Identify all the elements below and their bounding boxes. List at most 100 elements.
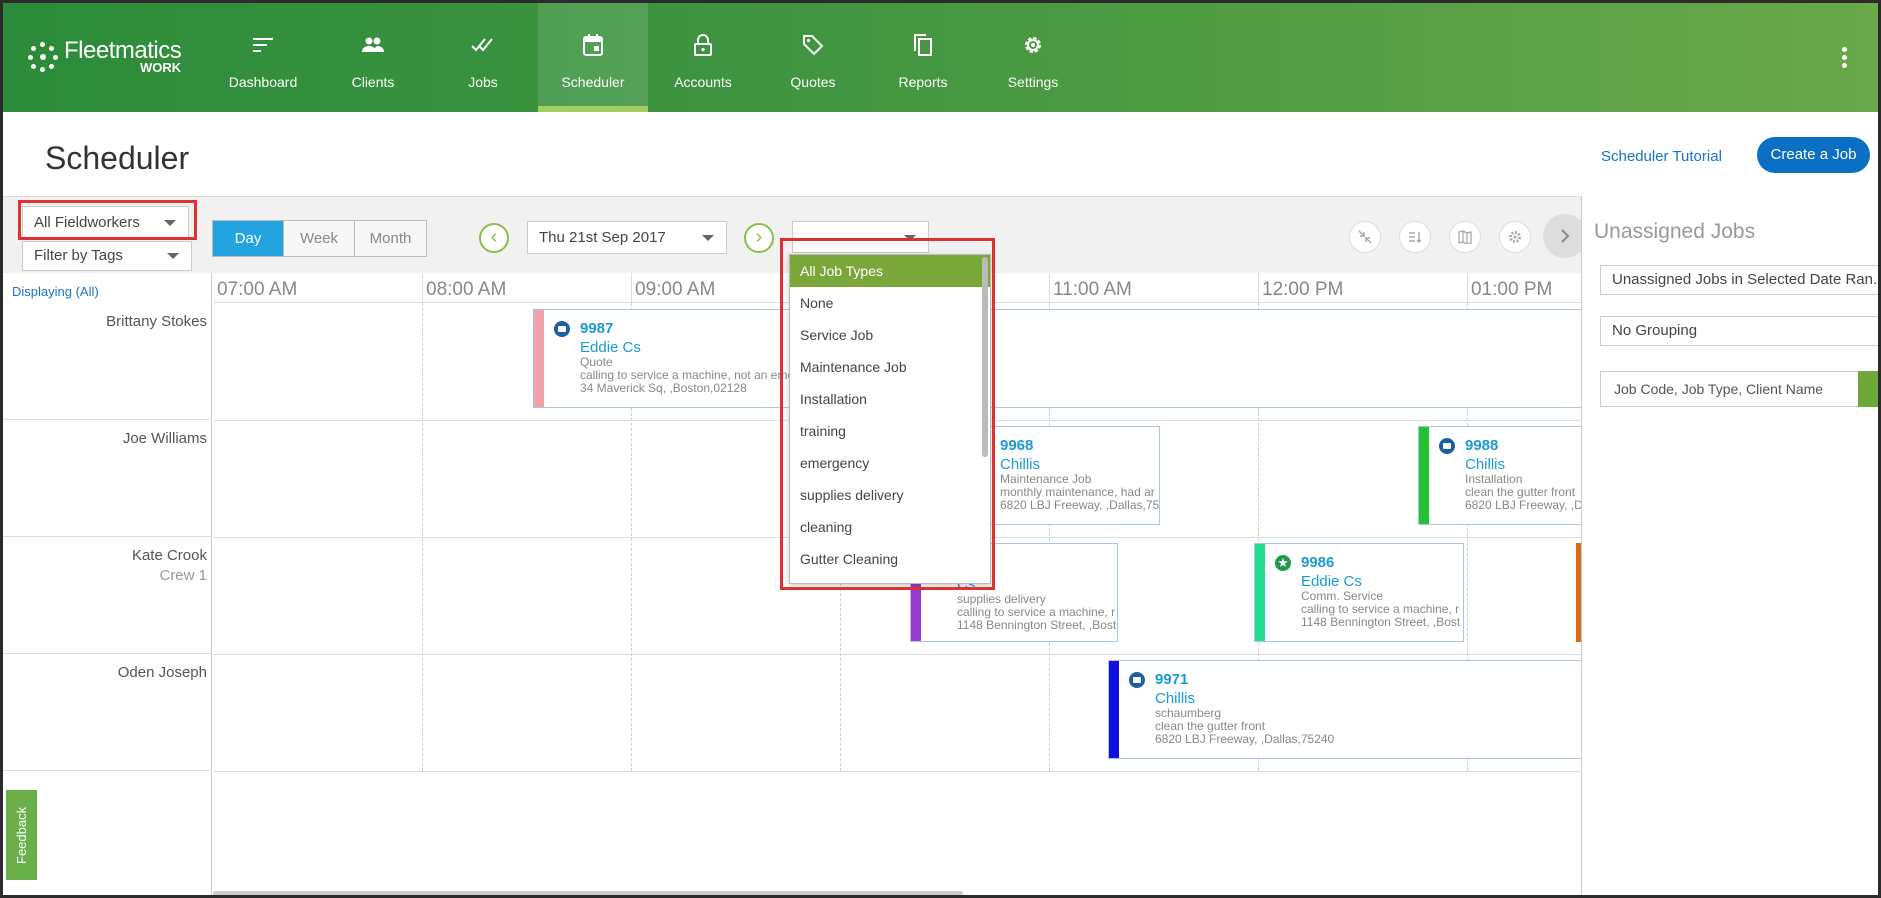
job-address: 1148 Bennington Street, ,Bost [1301, 615, 1461, 629]
nav-label: Jobs [468, 74, 498, 90]
job-card[interactable]: 9988 Chillis Installation clean the gutt… [1418, 426, 1583, 525]
date-value: Thu 21st Sep 2017 [539, 229, 666, 246]
hour-divider [1258, 273, 1259, 303]
star-icon [1275, 555, 1291, 571]
fleetmatics-logo[interactable]: Fleetmatics WORK [28, 39, 182, 74]
job-type-highlight [780, 238, 995, 590]
worker-crew: Crew 1 [159, 567, 207, 584]
dashboard-icon [208, 31, 318, 59]
hour-label: 08:00 AM [426, 279, 507, 300]
nav-clients[interactable]: Clients [318, 3, 428, 112]
job-color-bar [1109, 661, 1119, 758]
job-color-bar [534, 310, 544, 407]
hour-label: 01:00 PM [1471, 279, 1553, 300]
worker-name: Oden Joseph [117, 664, 207, 681]
job-address: 34 Maverick Sq, ,Boston,02128 [580, 381, 747, 395]
displaying-filter-link[interactable]: Displaying (All) [12, 284, 99, 299]
next-day-button[interactable]: › [744, 223, 774, 253]
hour-label: 11:00 AM [1053, 279, 1132, 300]
clients-icon [318, 31, 428, 59]
calendar-icon [538, 31, 648, 59]
view-month-button[interactable]: Month [355, 221, 426, 256]
nav-jobs[interactable]: Jobs [428, 3, 538, 112]
logo-mark-icon [28, 41, 58, 72]
lock-icon [648, 31, 758, 59]
job-card[interactable]: 9971 Chillis schaumberg clean the gutter… [1108, 660, 1583, 759]
job-color-bar [1255, 544, 1265, 641]
date-picker[interactable]: Thu 21st Sep 2017 [527, 221, 727, 254]
more-menu-icon[interactable] [1842, 47, 1848, 71]
briefcase-icon [554, 321, 570, 337]
nav-label: Clients [351, 74, 395, 90]
worker-name: Kate Crook [131, 547, 207, 564]
worker-name: Brittany Stokes [106, 313, 207, 330]
view-mode-toggle: Day Week Month [212, 220, 427, 257]
worker-row-label: Kate Crook Crew 1 [3, 537, 212, 654]
nav-scheduler[interactable]: Scheduler [538, 3, 648, 112]
job-code: 9987 [580, 320, 614, 337]
settings-gear-icon[interactable] [1499, 221, 1531, 253]
unassigned-jobs-panel: Unassigned Jobs Unassigned Jobs in Selec… [1581, 196, 1878, 895]
job-code: 9986 [1301, 554, 1335, 571]
nav-reports[interactable]: Reports [868, 3, 978, 112]
nav-accounts[interactable]: Accounts [648, 3, 758, 112]
job-code: 9968 [1000, 437, 1034, 454]
job-client: Chillis [1155, 690, 1196, 707]
job-card[interactable]: 9968 Chillis Maintenance Job monthly mai… [983, 426, 1160, 525]
map-icon[interactable] [1449, 221, 1481, 253]
job-code: 9988 [1465, 437, 1499, 454]
nav-quotes[interactable]: Quotes [758, 3, 868, 112]
job-client: Chillis [1000, 456, 1041, 473]
previous-day-button[interactable]: ‹ [479, 223, 509, 253]
chevron-down-icon [167, 253, 179, 259]
tags-filter-placeholder: Filter by Tags [34, 247, 123, 264]
row-divider [213, 654, 1581, 655]
job-card[interactable]: 9987 Eddie Cs Quote calling to service a… [533, 309, 1583, 408]
briefcase-icon [1129, 672, 1145, 688]
job-address: 6820 LBJ Freeway, ,Da [1465, 498, 1583, 512]
hour-label: 12:00 PM [1262, 279, 1344, 300]
nav-dashboard[interactable]: Dashboard [208, 3, 318, 112]
nav-label: Settings [1007, 74, 1059, 90]
job-client: Eddie Cs [1301, 573, 1362, 590]
worker-name: Joe Williams [122, 430, 207, 447]
hour-divider [1049, 273, 1050, 303]
nav-label: Accounts [674, 74, 732, 90]
grouping-select[interactable]: No Grouping [1600, 316, 1878, 346]
horizontal-scrollbar[interactable] [213, 891, 963, 895]
search-button[interactable] [1858, 371, 1878, 407]
worker-row-label: Brittany Stokes [3, 303, 212, 420]
job-address: 6820 LBJ Freeway, ,Dallas,75240 [1155, 732, 1335, 746]
gear-icon [978, 31, 1088, 59]
chevron-down-icon [702, 234, 714, 241]
job-client: Eddie Cs [580, 339, 641, 356]
nav-settings[interactable]: Settings [978, 3, 1088, 112]
top-navigation: Fleetmatics WORK Dashboard Clients Jobs [3, 3, 1878, 112]
create-job-button[interactable]: Create a Job [1757, 137, 1870, 173]
hour-label: 07:00 AM [217, 279, 298, 300]
hour-label: 09:00 AM [635, 279, 716, 300]
job-address: 6820 LBJ Freeway, ,Dallas,752 [1000, 498, 1160, 512]
job-color-bar [1419, 427, 1429, 524]
nav-label: Reports [898, 74, 948, 90]
collapse-icon[interactable] [1349, 221, 1381, 253]
view-day-button[interactable]: Day [213, 221, 284, 256]
unassigned-search-input[interactable]: Job Code, Job Type, Client Name [1600, 371, 1878, 407]
copy-icon [868, 31, 978, 59]
worker-row-label: Oden Joseph [3, 654, 212, 771]
job-client: Chillis [1465, 456, 1506, 473]
jobs-icon [428, 31, 538, 59]
view-week-button[interactable]: Week [284, 221, 355, 256]
tags-filter-select[interactable]: Filter by Tags [22, 241, 192, 271]
scheduler-tutorial-link[interactable]: Scheduler Tutorial [1601, 148, 1722, 165]
job-code: 9971 [1155, 671, 1189, 688]
fieldworkers-highlight [18, 200, 197, 240]
unassigned-range-select[interactable]: Unassigned Jobs in Selected Date Ran... [1600, 265, 1878, 295]
hour-divider [631, 273, 632, 303]
page-title: Scheduler [45, 140, 190, 176]
hour-divider [422, 273, 423, 303]
feedback-tab[interactable]: Feedback [6, 790, 37, 880]
job-address: 1148 Bennington Street, ,Bost [957, 618, 1117, 632]
job-card[interactable]: 9986 Eddie Cs Comm. Service calling to s… [1254, 543, 1464, 642]
sort-icon[interactable] [1399, 221, 1431, 253]
